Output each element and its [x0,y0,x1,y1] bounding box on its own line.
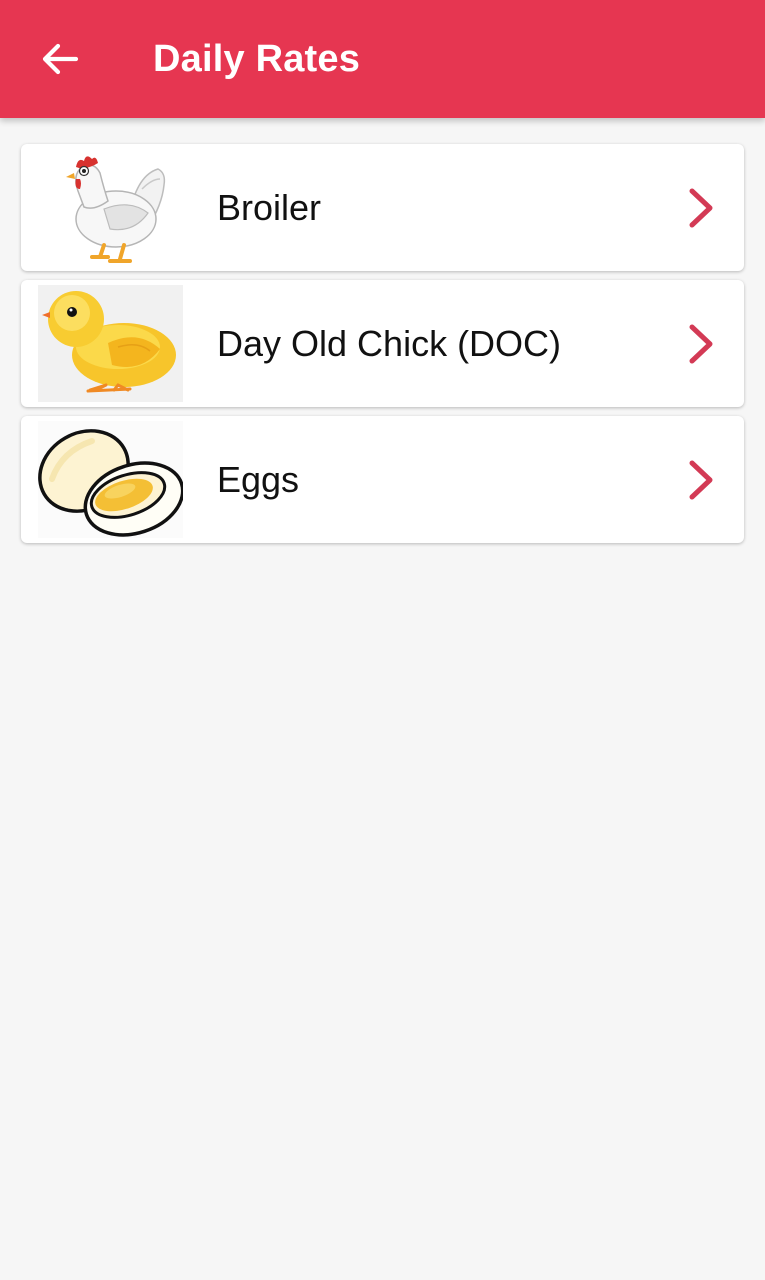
chevron-right-icon [686,459,716,501]
page-title: Daily Rates [153,38,361,80]
back-button[interactable] [22,21,98,97]
app-bar: Daily Rates [0,0,765,118]
chevron-right-icon [686,187,716,229]
boiled-egg-image [38,421,183,538]
rates-list: Broiler Day Old Chick (DOC) Eggs [21,144,744,552]
hen-image [38,149,183,266]
chevron-right-icon [686,323,716,365]
list-item-eggs[interactable]: Eggs [21,416,744,543]
list-item-label: Eggs [217,459,300,500]
list-item-day-old-chick[interactable]: Day Old Chick (DOC) [21,280,744,407]
list-item-broiler[interactable]: Broiler [21,144,744,271]
chick-image [38,285,183,402]
arrow-left-icon [42,43,79,75]
list-item-label: Day Old Chick (DOC) [217,323,562,364]
list-item-label: Broiler [217,187,322,228]
